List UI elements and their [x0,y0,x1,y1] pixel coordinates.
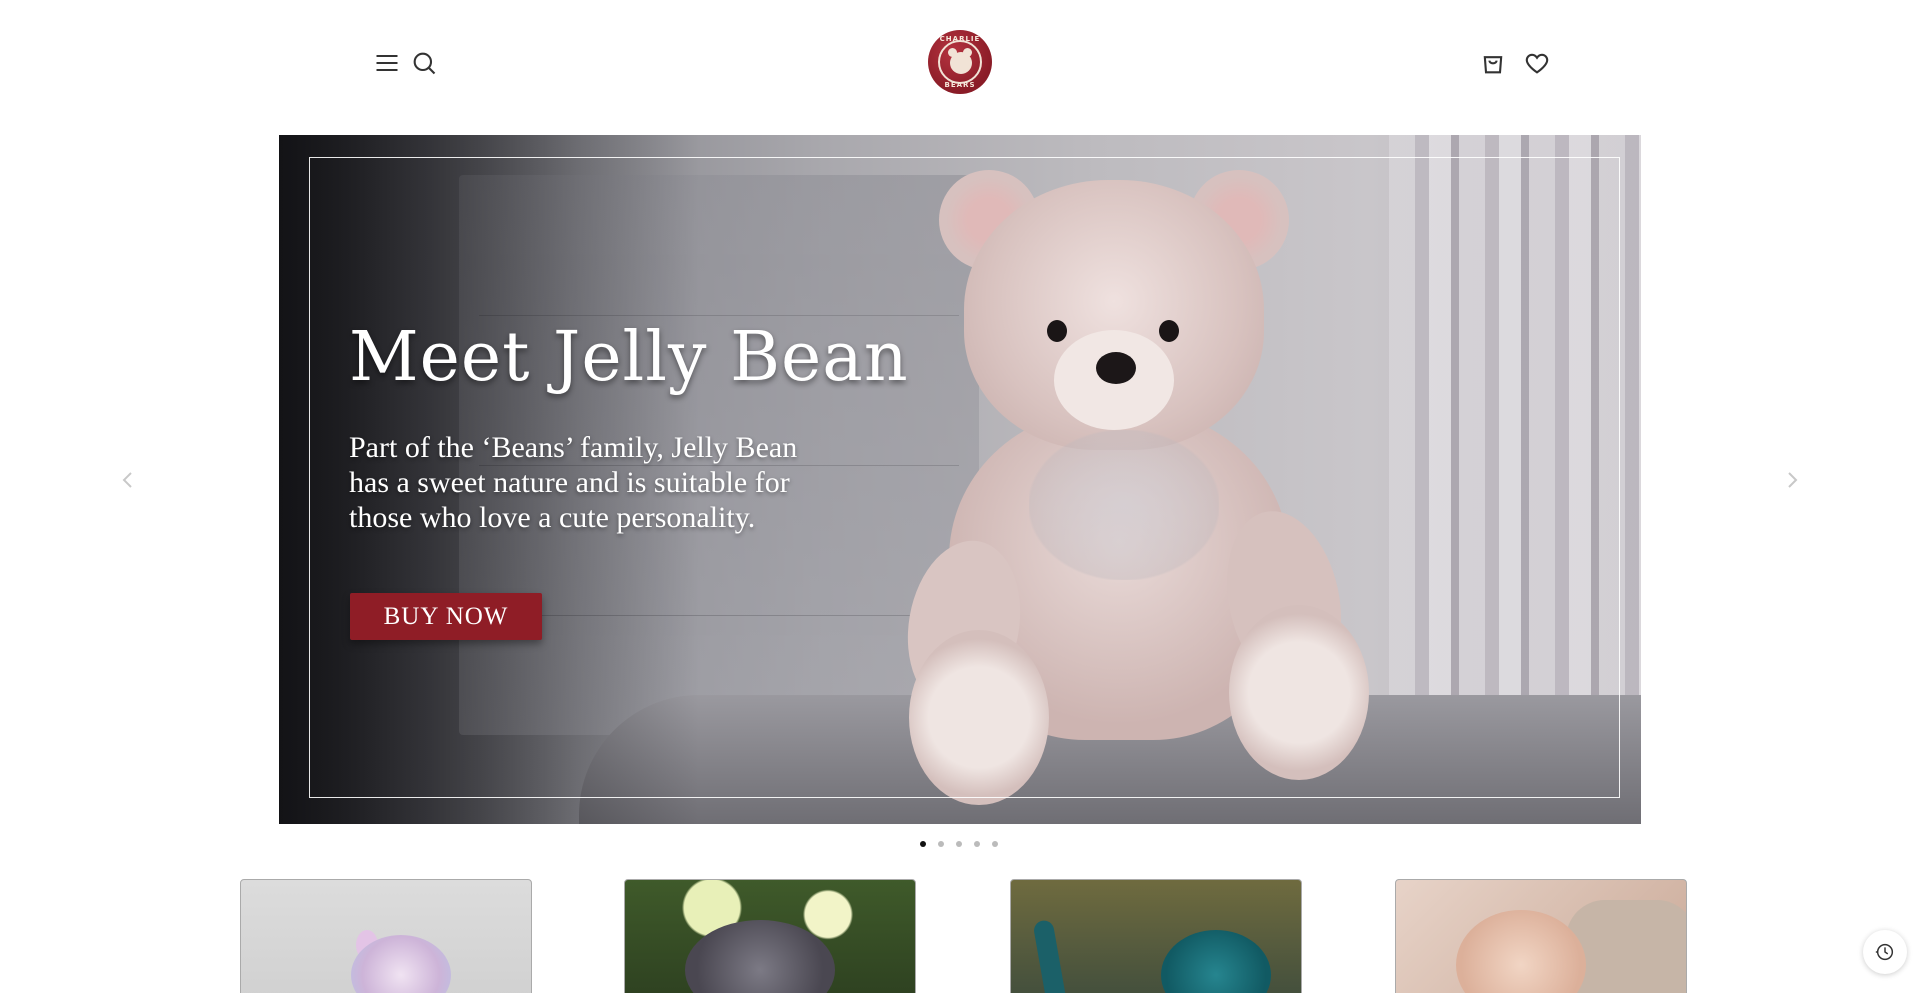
chevron-right-icon[interactable] [1782,470,1802,490]
slide-dot-1[interactable] [920,841,926,847]
slide-dot-3[interactable] [956,841,962,847]
heart-icon[interactable] [1522,48,1552,78]
slide-dot-2[interactable] [938,841,944,847]
slider-pagination [920,841,998,847]
background-curtain [1389,135,1641,695]
shopping-bag-icon[interactable] [1478,48,1508,78]
product-card-teal-dragon-plush[interactable] [1010,879,1302,993]
buy-now-button[interactable]: BUY NOW [350,593,542,640]
dragon-plush-image [1161,930,1271,993]
search-icon[interactable] [409,48,439,78]
hero-description: Part of the ‘Beans’ family, Jelly Bean h… [349,431,798,534]
creature-plush-image [685,920,835,993]
hero-title: Meet Jelly Bean [349,318,909,397]
hamburger-menu-icon[interactable] [372,48,402,78]
logo-text-bottom: BEARS [944,81,976,89]
chevron-left-icon[interactable] [118,470,138,490]
product-card-grey-creature-plush[interactable] [624,879,916,993]
charlie-bears-logo[interactable]: CHARLIE BEARS [928,30,992,94]
baby-image [1456,910,1586,993]
product-card-baby-with-bear[interactable] [1395,879,1687,993]
slide-dot-5[interactable] [992,841,998,847]
logo-bear-emblem [938,40,982,84]
recently-viewed-clock-icon[interactable] [1863,930,1907,974]
product-card-bunny-plush[interactable] [240,879,532,993]
jelly-bean-teddy-bear [879,160,1379,820]
site-header: CHARLIE BEARS [0,0,1920,125]
slide-dot-4[interactable] [974,841,980,847]
